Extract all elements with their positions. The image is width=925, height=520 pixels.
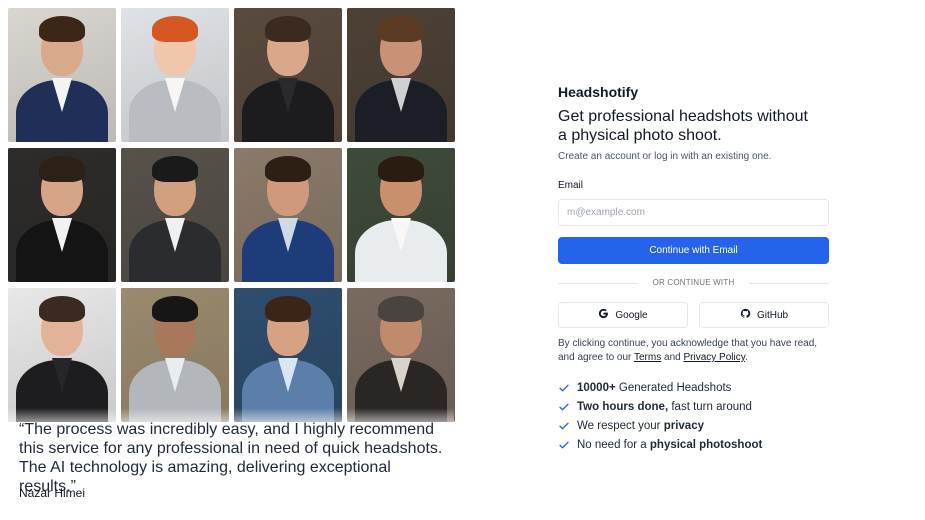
feature-item: No need for a physical photoshoot <box>558 435 762 454</box>
legal-and: and <box>661 352 684 363</box>
feature-text: No need for a <box>577 438 650 451</box>
man-dark-suit-building-photo <box>347 8 455 142</box>
man-glasses-black-suit-photo <box>8 148 116 282</box>
continue-with-email-button[interactable]: Continue with Email <box>558 237 829 264</box>
man-white-suit-street-photo <box>347 148 455 282</box>
github-icon <box>740 308 751 322</box>
check-icon <box>559 422 569 429</box>
man-blue-suit-office-photo <box>234 148 342 282</box>
man-navy-suit-red-tie-photo <box>8 8 116 142</box>
feature-list: 10000+ Generated Headshots Two hours don… <box>558 378 762 454</box>
man-asian-grey-suit-photo <box>121 148 229 282</box>
feature-text: fast turn around <box>668 400 752 413</box>
auth-panel: Headshotify Get professional headshots w… <box>558 0 830 520</box>
headshot-grid <box>8 8 455 422</box>
brand-name: Headshotify <box>558 84 639 100</box>
photo-showcase: “The process was incredibly easy, and I … <box>0 0 462 520</box>
divider-line-right <box>749 283 829 284</box>
woman-black-blazer-white-bg-photo <box>8 288 116 422</box>
man-smiling-light-blue-shirt-photo <box>234 288 342 422</box>
man-goatee-grey-suit-photo <box>121 288 229 422</box>
privacy-policy-link[interactable]: Privacy Policy <box>683 352 745 363</box>
github-button-label: GitHub <box>756 309 789 321</box>
check-icon <box>559 384 569 391</box>
google-icon <box>598 308 609 322</box>
feature-item: Two hours done, fast turn around <box>558 397 762 416</box>
check-icon <box>559 441 569 448</box>
feature-item: 10000+ Generated Headshots <box>558 378 762 397</box>
woman-long-hair-black-blazer-photo <box>234 8 342 142</box>
email-field[interactable] <box>558 199 829 226</box>
man-grey-beard-scarf-photo <box>347 288 455 422</box>
legal-suffix: . <box>744 352 748 363</box>
feature-bold: privacy <box>663 419 704 432</box>
google-login-button[interactable]: Google <box>558 302 688 328</box>
feature-text: Generated Headshots <box>615 381 732 394</box>
feature-bold: physical photoshoot <box>649 438 763 451</box>
feature-text: We respect your <box>577 419 664 432</box>
feature-item: We respect your privacy <box>558 416 762 435</box>
or-continue-divider: OR CONTINUE WITH <box>558 277 829 289</box>
page-subtitle: Create an account or log in with an exis… <box>558 151 772 162</box>
legal-notice: By clicking continue, you acknowledge th… <box>558 337 830 365</box>
feature-bold: Two hours done, <box>577 400 669 413</box>
testimonial-quote: “The process was incredibly easy, and I … <box>19 421 443 495</box>
testimonial-author: Nazar Himei <box>19 486 86 500</box>
email-label: Email <box>558 180 584 191</box>
woman-red-hair-grey-blazer-photo <box>121 8 229 142</box>
feature-bold: 10000+ <box>577 381 616 394</box>
google-button-label: Google <box>615 309 648 321</box>
page-headline: Get professional headshots without a phy… <box>558 108 808 144</box>
terms-link[interactable]: Terms <box>634 352 661 363</box>
github-login-button[interactable]: GitHub <box>699 302 829 328</box>
check-icon <box>559 403 569 410</box>
